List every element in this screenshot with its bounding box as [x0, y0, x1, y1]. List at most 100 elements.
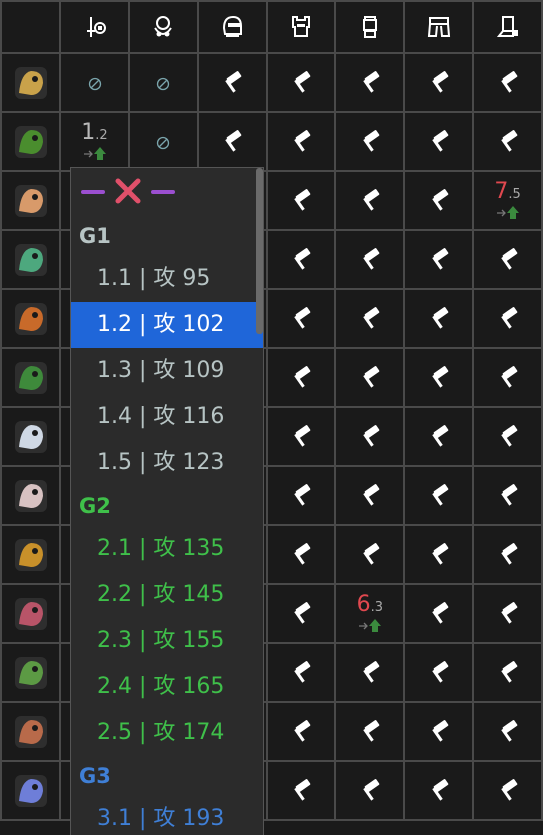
upgrade-cell[interactable] — [403, 406, 475, 467]
upgrade-cell[interactable] — [472, 347, 543, 408]
upgrade-cell[interactable] — [472, 524, 543, 585]
upgrade-cell[interactable] — [403, 583, 475, 644]
hammer-icon — [500, 719, 517, 742]
header-cell — [334, 0, 406, 54]
hammer-icon — [431, 483, 449, 506]
upgrade-cell[interactable] — [334, 760, 406, 821]
upgrade-cell[interactable] — [403, 701, 475, 762]
upgrade-cell[interactable] — [265, 465, 337, 526]
upgrade-cell[interactable] — [265, 583, 337, 644]
upgrade-cell[interactable] — [265, 170, 337, 231]
group-label-g3: G3 — [79, 764, 111, 788]
upgrade-cell[interactable]: 7.5 — [472, 170, 543, 231]
upgrade-cell[interactable] — [403, 111, 475, 172]
dropdown-option[interactable]: 1.5 | 攻 123 — [71, 440, 263, 486]
upgrade-cell[interactable] — [127, 52, 199, 113]
dropdown-option[interactable]: 2.2 | 攻 145 — [71, 572, 263, 618]
table-row: 1.2 — [0, 111, 543, 172]
upgrade-cell[interactable] — [334, 406, 406, 467]
hammer-icon — [500, 483, 517, 506]
level-dropdown[interactable]: G1 1.1 | 攻 95 1.2 | 攻 102 1.3 | 攻 109 1.4 | … — [70, 167, 264, 835]
close-icon[interactable] — [113, 176, 143, 206]
upgrade-cell[interactable] — [334, 524, 406, 585]
hammer-icon — [431, 542, 449, 565]
upgrade-cell[interactable] — [472, 583, 543, 644]
no-upgrade-icon — [157, 136, 170, 149]
upgrade-cell[interactable] — [403, 288, 475, 349]
dropdown-option[interactable]: 1.1 | 攻 95 — [71, 256, 263, 302]
monster-cell — [0, 288, 62, 349]
monster-3-icon — [14, 184, 47, 217]
upgrade-cell[interactable] — [334, 111, 406, 172]
upgrade-cell[interactable] — [403, 229, 475, 290]
dropdown-option[interactable]: 2.3 | 攻 155 — [71, 618, 263, 664]
upgrade-cell[interactable] — [403, 642, 475, 703]
hammer-icon — [294, 188, 311, 211]
hammer-icon — [500, 542, 517, 565]
upgrade-cell[interactable] — [472, 288, 543, 349]
hammer-icon — [363, 660, 380, 683]
upgrade-cell[interactable] — [265, 701, 337, 762]
header-row — [0, 0, 543, 54]
upgrade-cell[interactable] — [472, 406, 543, 467]
upgrade-minor: .3 — [370, 600, 384, 615]
monster-cell — [0, 760, 62, 821]
upgrade-cell[interactable] — [265, 111, 337, 172]
upgrade-cell[interactable] — [196, 52, 268, 113]
upgrade-cell[interactable] — [472, 642, 543, 703]
upgrade-cell[interactable] — [403, 465, 475, 526]
upgrade-cell[interactable] — [472, 701, 543, 762]
hammer-icon — [363, 129, 380, 152]
upgrade-cell[interactable] — [403, 760, 475, 821]
upgrade-cell[interactable] — [334, 288, 406, 349]
hammer-icon — [500, 247, 517, 270]
monster-cell — [0, 642, 62, 703]
header-cell — [403, 0, 475, 54]
upgrade-cell[interactable] — [334, 701, 406, 762]
dropdown-option[interactable]: 3.1 | 攻 193 — [71, 796, 263, 835]
upgrade-cell[interactable] — [265, 406, 337, 467]
upgrade-cell[interactable] — [403, 52, 475, 113]
upgrade-cell[interactable] — [334, 347, 406, 408]
upgrade-cell[interactable] — [265, 760, 337, 821]
upgrade-cell[interactable] — [472, 465, 543, 526]
upgrade-cell[interactable] — [265, 642, 337, 703]
upgrade-cell[interactable] — [265, 288, 337, 349]
upgrade-cell[interactable] — [472, 52, 543, 113]
dropdown-option[interactable]: 1.4 | 攻 116 — [71, 394, 263, 440]
upgrade-cell[interactable] — [265, 229, 337, 290]
upgrade-cell[interactable] — [403, 170, 475, 231]
upgrade-cell[interactable] — [59, 52, 130, 113]
hammer-icon — [431, 719, 449, 742]
upgrade-cell[interactable] — [265, 524, 337, 585]
upgrade-cell[interactable] — [334, 465, 406, 526]
upgrade-cell[interactable] — [265, 347, 337, 408]
upgrade-cell[interactable] — [403, 347, 475, 408]
dropdown-option[interactable]: 1.3 | 攻 109 — [71, 348, 263, 394]
upgrade-cell[interactable] — [334, 642, 406, 703]
dropdown-option[interactable]: 2.4 | 攻 165 — [71, 664, 263, 710]
hammer-icon — [431, 778, 449, 801]
upgrade-cell[interactable] — [472, 111, 543, 172]
dropdown-option[interactable]: 2.5 | 攻 174 — [71, 710, 263, 756]
upgrade-cell[interactable] — [334, 170, 406, 231]
dropdown-scrollbar[interactable] — [256, 168, 263, 334]
hammer-icon — [363, 188, 380, 211]
upgrade-cell[interactable] — [403, 524, 475, 585]
dropdown-option[interactable]: 1.2 | 攻 102 — [71, 302, 263, 348]
upgrade-cell[interactable]: 6.3 — [334, 583, 406, 644]
upgrade-cell[interactable]: 1.2 — [59, 111, 130, 172]
upgrade-major: 1 — [81, 120, 96, 145]
group-label-g2: G2 — [79, 494, 111, 518]
upgrade-cell[interactable] — [265, 52, 337, 113]
upgrade-cell[interactable] — [127, 111, 199, 172]
upgrade-cell[interactable] — [472, 229, 543, 290]
arrow-right-icon — [496, 209, 506, 216]
upgrade-cell[interactable] — [196, 111, 268, 172]
upgrade-cell[interactable] — [334, 229, 406, 290]
hammer-icon — [294, 660, 311, 683]
upgrade-arrows — [494, 205, 520, 220]
dropdown-option[interactable]: 2.1 | 攻 135 — [71, 526, 263, 572]
upgrade-cell[interactable] — [472, 760, 543, 821]
upgrade-cell[interactable] — [334, 52, 406, 113]
